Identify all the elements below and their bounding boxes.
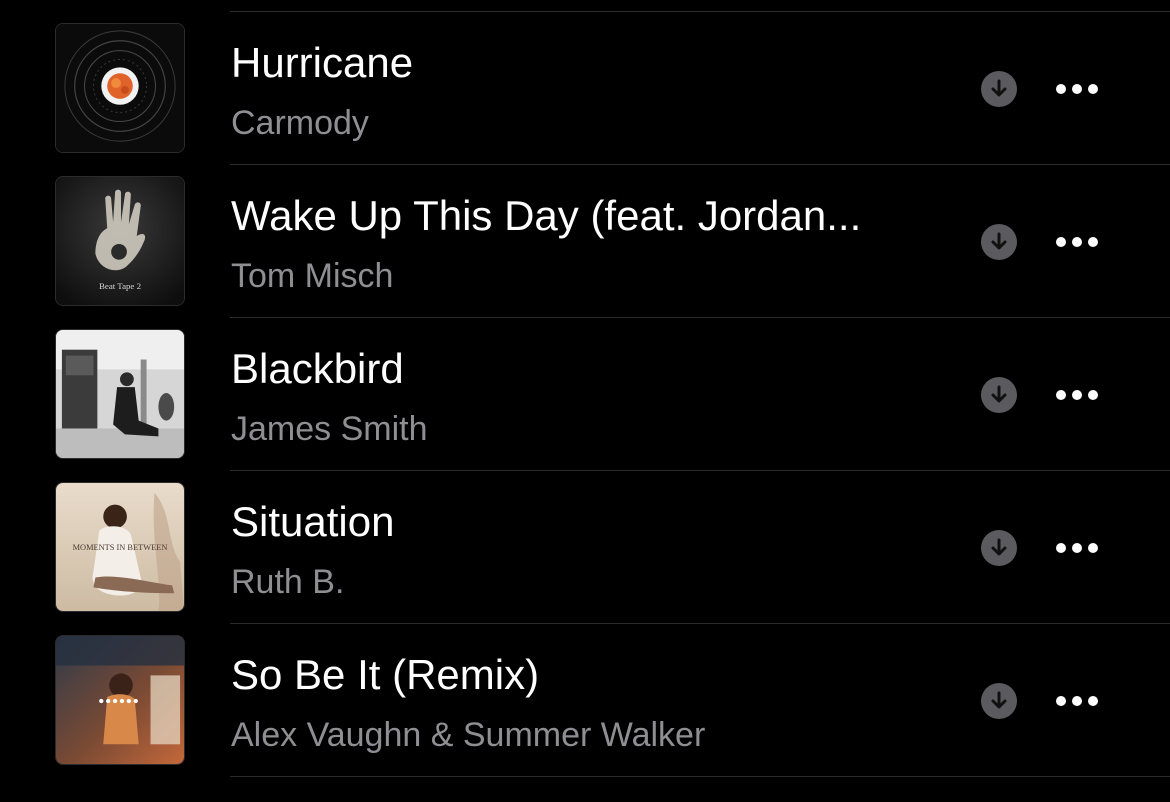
download-icon[interactable] <box>981 530 1017 566</box>
song-title: So Be It (Remix) <box>231 651 540 698</box>
album-artwork: Beat Tape 2 <box>55 176 185 306</box>
more-options-icon[interactable] <box>1050 533 1104 563</box>
album-artwork <box>55 329 185 459</box>
song-artist: James Smith <box>231 410 428 448</box>
artwork-label: MOMENTS IN BETWEEN <box>73 543 168 552</box>
song-row[interactable]: MOMENTS IN BETWEEN Situation Ruth B. <box>0 471 1170 624</box>
row-divider <box>230 776 1170 777</box>
album-artwork <box>55 23 185 153</box>
song-row[interactable]: Hurricane Carmody <box>0 12 1170 165</box>
song-title: Hurricane <box>231 39 414 86</box>
song-artist: Carmody <box>231 104 369 142</box>
artwork-label: Beat Tape 2 <box>99 281 141 291</box>
more-options-icon[interactable] <box>1050 380 1104 410</box>
download-icon[interactable] <box>981 71 1017 107</box>
song-row[interactable]: Beat Tape 2 Wake Up This Day (feat. Jord… <box>0 165 1170 318</box>
download-icon[interactable] <box>981 377 1017 413</box>
more-options-icon[interactable] <box>1050 227 1104 257</box>
album-artwork: MOMENTS IN BETWEEN <box>55 482 185 612</box>
more-options-icon[interactable] <box>1050 686 1104 716</box>
song-list: Hurricane Carmody Beat Tape 2 Wake Up Th… <box>0 12 1170 777</box>
more-options-icon[interactable] <box>1050 74 1104 104</box>
song-artist: Tom Misch <box>231 257 394 295</box>
song-title: Situation <box>231 498 395 545</box>
song-row[interactable]: Blackbird James Smith <box>0 318 1170 471</box>
song-title: Blackbird <box>231 345 404 392</box>
song-title: Wake Up This Day (feat. Jordan... <box>231 192 862 239</box>
song-artist: Ruth B. <box>231 563 345 601</box>
song-artist: Alex Vaughn & Summer Walker <box>231 716 706 754</box>
download-icon[interactable] <box>981 224 1017 260</box>
download-icon[interactable] <box>981 683 1017 719</box>
album-artwork <box>55 635 185 765</box>
song-row[interactable]: So Be It (Remix) Alex Vaughn & Summer Wa… <box>0 624 1170 777</box>
